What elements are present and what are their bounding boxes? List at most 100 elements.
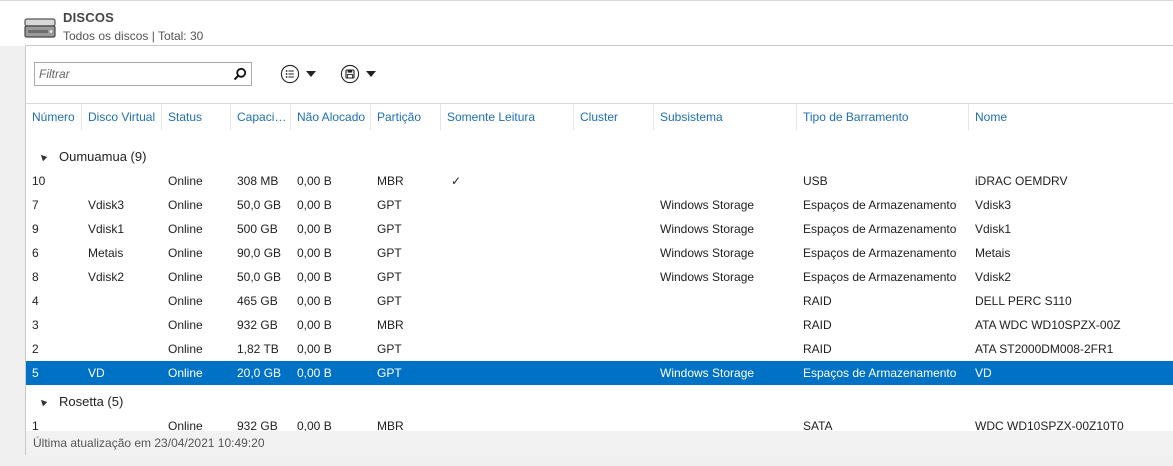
cell-subsistema: Windows Storage <box>660 246 755 260</box>
cell-subsistema: Windows Storage <box>660 366 755 380</box>
cell-nao-alocado: 0,00 B <box>297 342 332 356</box>
cell-disco-virtual <box>82 337 162 361</box>
cell-status: Online <box>168 246 203 260</box>
cell-disco-virtual <box>82 289 162 313</box>
column-tipo-barramento[interactable]: Tipo de Barramento <box>797 104 969 130</box>
page-subtitle: Todos os discos | Total: 30 <box>63 29 204 43</box>
cell-particao: GPT <box>377 270 402 284</box>
cell-cluster <box>574 313 654 337</box>
collapse-triangle-icon[interactable] <box>38 152 48 162</box>
cell-status: Online <box>168 198 203 212</box>
column-subsistema[interactable]: Subsistema <box>654 104 797 130</box>
chevron-down-icon <box>306 71 316 77</box>
cell-tipo-barramento: Espaços de Armazenamento <box>803 270 957 284</box>
cell-disco-virtual <box>82 169 162 193</box>
column-capacidade[interactable]: Capacidade <box>231 104 291 130</box>
column-nome[interactable]: Nome <box>969 104 1173 130</box>
table-row[interactable]: 10 Online 308 MB 0,00 B MBR ✓ USB iDRAC OEMDRV <box>26 169 1173 193</box>
cell-disco-virtual: VD <box>88 366 105 380</box>
cell-capacidade: 20,0 GB <box>237 366 282 380</box>
cell-tipo-barramento: Espaços de Armazenamento <box>803 198 957 212</box>
table-row[interactable]: 3 Online 932 GB 0,00 B MBR RAID ATA WDC WD10SP… <box>26 313 1173 337</box>
cell-cluster <box>574 337 654 361</box>
save-icon <box>340 64 360 84</box>
column-disco-virtual[interactable]: Disco Virtual <box>82 104 162 130</box>
table-row[interactable]: 8 Vdisk2 Online 50,0 GB 0,00 B GPT Windows Sto… <box>26 265 1173 289</box>
filter-box <box>34 62 252 86</box>
group-label: Oumuamua (9) <box>59 149 147 164</box>
filter-input[interactable] <box>35 63 225 85</box>
cell-disco-virtual: Vdisk3 <box>88 198 125 212</box>
column-header-row: NúmeroDisco VirtualStatusCapacidadeNão A… <box>26 104 1173 130</box>
cell-numero: 4 <box>32 294 39 308</box>
table-row[interactable]: 7 Vdisk3 Online 50,0 GB 0,00 B GPT Windows Sto… <box>26 193 1173 217</box>
cell-tipo-barramento: USB <box>803 174 828 188</box>
cell-nao-alocado: 0,00 B <box>297 198 332 212</box>
page-title: DISCOS <box>63 10 115 25</box>
cell-numero: 10 <box>32 174 46 188</box>
column-somente-leitura[interactable]: Somente Leitura <box>441 104 574 130</box>
cell-subsistema <box>654 289 797 313</box>
cell-tipo-barramento: Espaços de Armazenamento <box>803 246 957 260</box>
chevron-down-icon <box>366 71 376 77</box>
cell-subsistema: Windows Storage <box>660 270 755 284</box>
cell-nome: iDRAC OEMDRV <box>975 174 1068 188</box>
cell-status: Online <box>168 270 203 284</box>
cell-tipo-barramento: RAID <box>803 294 832 308</box>
column-particao[interactable]: Partição <box>371 104 441 130</box>
cell-tipo-barramento: RAID <box>803 318 832 332</box>
cell-capacidade: 1,82 TB <box>237 342 279 356</box>
cell-particao: MBR <box>377 318 404 332</box>
cell-cluster <box>574 265 654 289</box>
cell-numero: 5 <box>32 366 39 380</box>
cell-numero: 3 <box>32 318 39 332</box>
cell-status: Online <box>168 366 203 380</box>
cell-nao-alocado: 0,00 B <box>297 318 332 332</box>
cell-capacidade: 500 GB <box>237 222 278 236</box>
column-status[interactable]: Status <box>162 104 231 130</box>
cell-cluster <box>574 217 654 241</box>
cell-nao-alocado: 0,00 B <box>297 294 332 308</box>
cell-numero: 8 <box>32 270 39 284</box>
cell-cluster <box>574 169 654 193</box>
cell-subsistema <box>654 169 797 193</box>
column-numero[interactable]: Número <box>26 104 82 130</box>
cell-subsistema: Windows Storage <box>660 222 755 236</box>
table-row[interactable]: 2 Online 1,82 TB 0,00 B GPT RAID ATA ST2000DM0… <box>26 337 1173 361</box>
column-nao-alocado[interactable]: Não Alocado <box>291 104 371 130</box>
cell-particao: GPT <box>377 366 402 380</box>
cell-capacidade: 50,0 GB <box>237 198 282 212</box>
cell-somente-leitura <box>441 313 574 337</box>
cell-subsistema <box>654 337 797 361</box>
table-row[interactable]: 4 Online 465 GB 0,00 B GPT RAID DELL PERC S110 <box>26 289 1173 313</box>
cell-numero: 7 <box>32 198 39 212</box>
collapse-triangle-icon[interactable] <box>38 397 48 407</box>
cell-somente-leitura <box>441 265 574 289</box>
search-icon[interactable] <box>233 67 247 81</box>
cell-disco-virtual: Vdisk1 <box>88 222 125 236</box>
cell-cluster <box>574 193 654 217</box>
cell-disco-virtual <box>82 313 162 337</box>
list-icon <box>280 64 300 84</box>
column-cluster[interactable]: Cluster <box>574 104 654 130</box>
disks-panel: NúmeroDisco VirtualStatusCapacidadeNão A… <box>25 45 1173 455</box>
cell-nome: Vdisk2 <box>975 270 1012 284</box>
status-bar: Última atualização em 23/04/2021 10:49:2… <box>26 431 1173 455</box>
cell-tipo-barramento: RAID <box>803 342 832 356</box>
cell-subsistema <box>654 313 797 337</box>
group-label: Rosetta (5) <box>59 394 124 409</box>
save-options-button[interactable] <box>340 64 376 84</box>
cell-capacidade: 308 MB <box>237 174 279 188</box>
table-row[interactable]: 6 Metais Online 90,0 GB 0,00 B GPT Windows Sto… <box>26 241 1173 265</box>
cell-numero: 6 <box>32 246 39 260</box>
table-row-selected[interactable]: 5 VD Online 20,0 GB 0,00 B GPT Windows Storage… <box>26 361 1173 385</box>
cell-nao-alocado: 0,00 B <box>297 174 332 188</box>
view-options-button[interactable] <box>280 64 316 84</box>
cell-status: Online <box>168 174 203 188</box>
table-row[interactable]: 9 Vdisk1 Online 500 GB 0,00 B GPT Windows Stor… <box>26 217 1173 241</box>
group-header[interactable]: Oumuamua (9) <box>26 145 1173 169</box>
group-header[interactable]: Rosetta (5) <box>26 390 1173 414</box>
cell-nome: Vdisk1 <box>975 222 1012 236</box>
cell-somente-leitura <box>441 337 574 361</box>
cell-particao: GPT <box>377 294 402 308</box>
